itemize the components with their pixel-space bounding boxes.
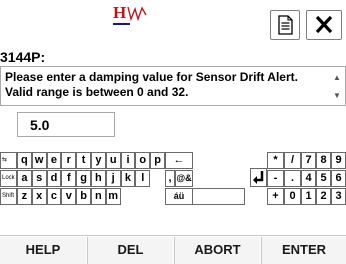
prompt-message: Please enter a damping value for Sensor … [5, 70, 298, 99]
key-k[interactable]: k [120, 170, 136, 187]
key-m[interactable]: m [105, 188, 121, 205]
key-c[interactable]: c [46, 188, 62, 205]
key-b[interactable]: b [76, 188, 91, 205]
key-6[interactable]: 6 [331, 170, 346, 187]
key-s[interactable]: s [31, 170, 47, 187]
close-icon [315, 15, 333, 34]
key-n[interactable]: n [91, 188, 106, 205]
caps-lock-key[interactable]: Lock [0, 170, 17, 187]
key-d[interactable]: d [46, 170, 62, 187]
key-y[interactable]: y [91, 152, 106, 169]
key-dot[interactable]: . [284, 170, 301, 187]
shift-key[interactable]: Shift [0, 188, 17, 205]
key-x[interactable]: x [31, 188, 47, 205]
logo-letter: H [113, 3, 127, 22]
bottom-bar-divider [0, 235, 346, 236]
key-2[interactable]: 2 [316, 188, 331, 205]
header-partial-strip [0, 0, 346, 2]
key-q[interactable]: q [17, 152, 32, 169]
help-button[interactable]: HELP [0, 237, 86, 264]
enter-button[interactable]: ENTER [261, 237, 346, 264]
key-e[interactable]: e [46, 152, 62, 169]
key-accent[interactable]: áü [165, 188, 193, 205]
abort-button[interactable]: ABORT [174, 237, 260, 264]
enter-arrow-icon [253, 171, 264, 184]
key-divide[interactable]: / [284, 152, 301, 169]
key-w[interactable]: w [31, 152, 47, 169]
message-scrollbar[interactable]: ▲ ▼ [329, 67, 345, 105]
document-button[interactable] [270, 10, 300, 40]
key-7[interactable]: 7 [301, 152, 316, 169]
damping-value-input[interactable]: 5.0 [17, 112, 115, 137]
key-5[interactable]: 5 [316, 170, 331, 187]
key-v[interactable]: v [61, 188, 77, 205]
key-plus[interactable]: + [267, 188, 284, 205]
key-p[interactable]: p [150, 152, 165, 169]
key-9[interactable]: 9 [331, 152, 346, 169]
message-box: Please enter a damping value for Sensor … [0, 66, 346, 106]
delete-button[interactable]: DEL [87, 237, 173, 264]
device-tag-label: 3144P: [0, 49, 46, 65]
key-u[interactable]: u [105, 152, 121, 169]
company-logo: H [113, 4, 147, 26]
key-j[interactable]: j [105, 170, 121, 187]
keyboard-enter-key[interactable] [250, 168, 267, 187]
scroll-down-icon[interactable]: ▼ [333, 91, 341, 100]
key-8[interactable]: 8 [316, 152, 331, 169]
tab-key[interactable]: ⇆ [0, 152, 17, 169]
backspace-key[interactable]: ← [165, 152, 193, 169]
key-f[interactable]: f [61, 170, 77, 187]
close-button[interactable] [306, 10, 342, 40]
key-3[interactable]: 3 [331, 188, 346, 205]
key-minus[interactable]: - [267, 170, 284, 187]
key-1[interactable]: 1 [301, 188, 316, 205]
key-g[interactable]: g [76, 170, 91, 187]
logo-underline [113, 23, 130, 25]
document-icon [278, 15, 293, 35]
key-o[interactable]: o [135, 152, 151, 169]
key-multiply[interactable]: * [267, 152, 284, 169]
key-l[interactable]: l [135, 170, 151, 187]
key-4[interactable]: 4 [301, 170, 316, 187]
key-at-amp[interactable]: @& [175, 170, 193, 187]
key-r[interactable]: r [61, 152, 77, 169]
key-i[interactable]: i [120, 152, 136, 169]
key-t[interactable]: t [76, 152, 91, 169]
key-0[interactable]: 0 [284, 188, 301, 205]
key-comma[interactable]: , [165, 170, 175, 187]
scroll-up-icon[interactable]: ▲ [333, 73, 341, 82]
logo-wave-icon [127, 6, 147, 21]
key-z[interactable]: z [17, 188, 32, 205]
key-a[interactable]: a [17, 170, 32, 187]
key-h[interactable]: h [91, 170, 106, 187]
